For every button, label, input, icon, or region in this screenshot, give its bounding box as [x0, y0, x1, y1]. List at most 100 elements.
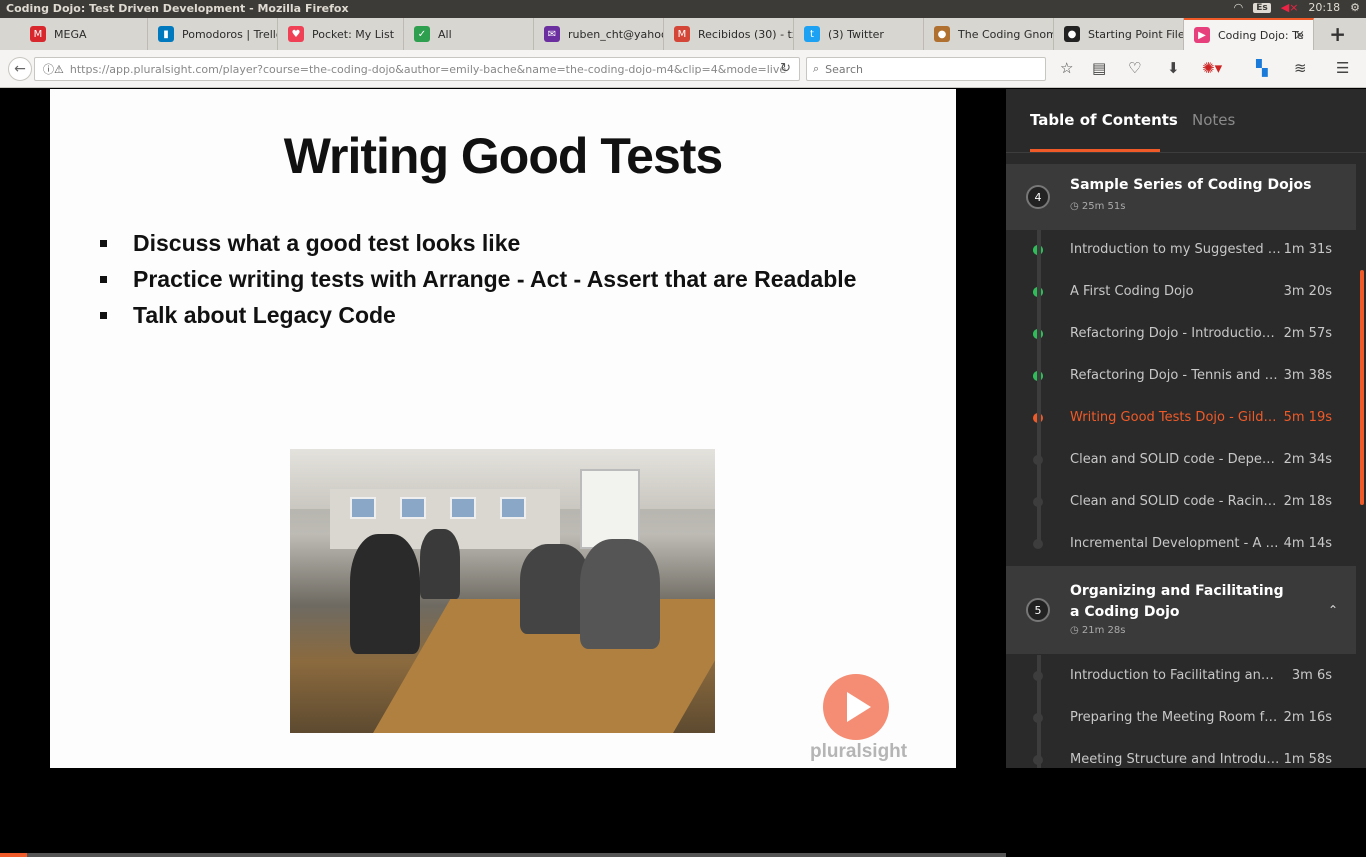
system-tray: ◠ Es ◀× 20:18 ⚙ [1234, 1, 1360, 14]
clip-item[interactable]: Clean and SOLID code - Racing ... 2m 18s [1006, 481, 1356, 523]
clip-duration: 2m 18s [1283, 494, 1332, 509]
bullet-marker [100, 275, 107, 283]
module-5-header[interactable]: 5 Organizing and Facilitating a Coding Do… [1006, 566, 1356, 654]
clip-title: Preparing the Meeting Room for... [1070, 710, 1282, 725]
navigation-bar: ← ⓘ⚠ https://app.pluralsight.com/player?… [0, 50, 1366, 88]
extension-blocks-icon[interactable]: ▚ [1256, 59, 1268, 77]
timeline-line [1037, 655, 1041, 768]
download-icon[interactable]: ⬇ [1167, 59, 1180, 77]
tab-0[interactable]: M MEGA [20, 18, 148, 50]
pocket-icon[interactable]: ♡ [1128, 59, 1141, 77]
tab-4[interactable]: ✉ ruben_cht@yahoo [534, 18, 664, 50]
clip-duration: 1m 58s [1283, 752, 1332, 767]
scrollbar-thumb[interactable] [1360, 270, 1364, 505]
video-progress-bar[interactable] [0, 853, 1006, 857]
back-button[interactable]: ← [8, 57, 32, 81]
url-text[interactable]: https://app.pluralsight.com/player?cours… [70, 63, 786, 76]
tab-label: All [438, 27, 452, 41]
menu-icon[interactable]: ☰ [1336, 59, 1349, 77]
bullet-text: Practice writing tests with Arrange - Ac… [133, 265, 857, 292]
tab-9[interactable]: ▶ Coding Dojo: Te × [1184, 18, 1314, 50]
bookmark-star-icon[interactable]: ☆ [1060, 59, 1073, 77]
tab-5[interactable]: M Recibidos (30) - tx [664, 18, 794, 50]
slide-photo [290, 449, 715, 733]
site-info-icon[interactable]: ⓘ⚠ [43, 61, 64, 77]
tab-favicon-icon: ● [934, 26, 950, 42]
chevron-up-icon[interactable]: ⌃ [1328, 603, 1338, 617]
sidebar-scrollbar[interactable] [1356, 153, 1366, 768]
tab-label: Recibidos (30) - tx [698, 27, 794, 41]
tab-3[interactable]: ✓ All [404, 18, 534, 50]
clip-title: Clean and SOLID code - Depen... [1070, 452, 1282, 467]
clip-title: Writing Good Tests Dojo - Gilded... [1070, 410, 1282, 425]
clip-item[interactable]: A First Coding Dojo 3m 20s [1006, 271, 1356, 313]
extension-icon[interactable]: ✺▾ [1202, 59, 1222, 77]
pluralsight-logo: pluralsight [810, 741, 908, 762]
clip-item[interactable]: Preparing the Meeting Room for... 2m 16s [1006, 697, 1356, 739]
reading-list-icon[interactable]: ▤ [1092, 59, 1106, 77]
active-tab-indicator [1030, 149, 1160, 152]
reload-icon[interactable]: ↻ [780, 61, 791, 76]
module-number: 5 [1026, 598, 1050, 622]
tab-label: (3) Twitter [828, 27, 884, 41]
clip-item[interactable]: Introduction to my Suggested Se... 1m 31s [1006, 229, 1356, 271]
clip-duration: 2m 34s [1283, 452, 1332, 467]
close-tab-icon[interactable]: × [1294, 28, 1305, 43]
slide: Writing Good Tests Discuss what a good t… [50, 89, 956, 768]
clip-title: Introduction to Facilitating and O... [1070, 668, 1282, 683]
settings-gear-icon[interactable]: ⚙ [1350, 1, 1360, 14]
clip-item[interactable]: Incremental Development - A C... 4m 14s [1006, 523, 1356, 565]
clip-duration: 4m 14s [1283, 536, 1332, 551]
tab-7[interactable]: ● The Coding Gnome [924, 18, 1054, 50]
module-4-header[interactable]: 4 Sample Series of Coding Dojos ◷ 25m 51… [1006, 164, 1356, 230]
clip-item[interactable]: Refactoring Dojo - Tennis and Y... 3m 38s [1006, 355, 1356, 397]
tab-label: The Coding Gnome [958, 27, 1054, 41]
tab-notes[interactable]: Notes [1192, 111, 1235, 129]
os-top-bar: Coding Dojo: Test Driven Development - M… [0, 0, 1366, 18]
keyboard-layout[interactable]: Es [1253, 2, 1271, 13]
clip-duration: 3m 38s [1283, 368, 1332, 383]
clip-title: A First Coding Dojo [1070, 284, 1194, 299]
timeline-line [1037, 230, 1041, 548]
layers-icon[interactable]: ≋ [1294, 59, 1307, 77]
clock[interactable]: 20:18 [1308, 1, 1340, 14]
clip-item[interactable]: Introduction to Facilitating and O... 3m … [1006, 655, 1356, 697]
clip-item[interactable]: Refactoring Dojo - Introduction ... 2m 57… [1006, 313, 1356, 355]
slide-bullet: Discuss what a good test looks like [100, 225, 856, 261]
clip-item[interactable]: Clean and SOLID code - Depen... 2m 34s [1006, 439, 1356, 481]
clip-item[interactable]: Meeting Structure and Introducti... 1m 58… [1006, 739, 1356, 781]
tab-favicon-icon: ✉ [544, 26, 560, 42]
window-title: Coding Dojo: Test Driven Development - M… [6, 2, 349, 15]
tab-6[interactable]: t (3) Twitter [794, 18, 924, 50]
clip-item[interactable]: Writing Good Tests Dojo - Gilded... 5m 19… [1006, 397, 1356, 439]
wifi-icon[interactable]: ◠ [1234, 1, 1244, 14]
video-player[interactable]: Writing Good Tests Discuss what a good t… [0, 89, 1006, 857]
volume-muted-icon[interactable]: ◀× [1281, 1, 1299, 14]
bullet-text: Discuss what a good test looks like [133, 229, 521, 256]
bullet-marker [100, 239, 107, 247]
slide-bullet: Practice writing tests with Arrange - Ac… [100, 261, 856, 297]
search-placeholder: Search [825, 62, 863, 76]
tab-2[interactable]: ♥ Pocket: My List [278, 18, 404, 50]
clip-title: Clean and SOLID code - Racing ... [1070, 494, 1282, 509]
search-input[interactable]: ⌕ Search [806, 57, 1046, 81]
tab-1[interactable]: ▮ Pomodoros | Trello [148, 18, 278, 50]
clip-title: Refactoring Dojo - Tennis and Y... [1070, 368, 1282, 383]
slide-bullets: Discuss what a good test looks like Pract… [100, 225, 856, 333]
clip-duration: 2m 16s [1283, 710, 1332, 725]
tab-favicon-icon: ● [1064, 26, 1080, 42]
bullet-text: Talk about Legacy Code [133, 301, 396, 328]
url-bar[interactable]: ⓘ⚠ https://app.pluralsight.com/player?co… [34, 57, 800, 81]
tab-8[interactable]: ● Starting Point File [1054, 18, 1184, 50]
new-tab-button[interactable]: + [1329, 22, 1346, 46]
clip-duration: 1m 31s [1283, 242, 1332, 257]
tab-table-of-contents[interactable]: Table of Contents [1030, 111, 1178, 129]
play-button[interactable] [823, 674, 889, 740]
slide-bullet: Talk about Legacy Code [100, 297, 856, 333]
tab-label: ruben_cht@yahoo [568, 27, 664, 41]
module-duration: ◷ 21m 28s [1070, 625, 1126, 636]
search-icon: ⌕ [813, 62, 820, 75]
tab-label: Coding Dojo: Te [1218, 28, 1304, 42]
tab-favicon-icon: t [804, 26, 820, 42]
sidebar-tabs: Table of Contents Notes [1006, 89, 1366, 153]
